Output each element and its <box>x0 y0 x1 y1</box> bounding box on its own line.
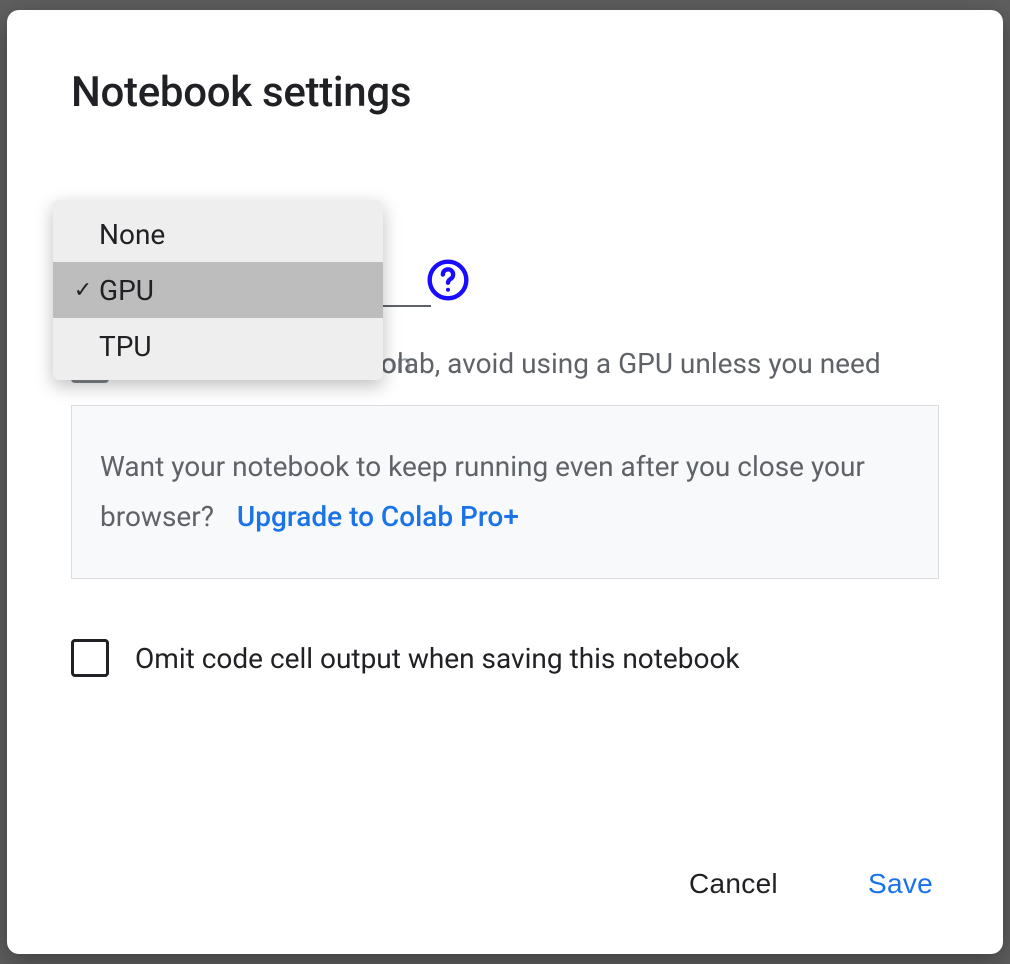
dialog-title: Notebook settings <box>71 68 939 117</box>
notebook-settings-dialog: Notebook settings r ✓ None ✓ GPU ✓ <box>7 10 1003 954</box>
dropdown-option-label: GPU <box>99 274 154 307</box>
accelerator-hint-fragment: olab, avoid using a GPU unless you need <box>381 347 881 380</box>
save-button[interactable]: Save <box>858 854 943 914</box>
upgrade-colab-pro-plus-link[interactable]: Upgrade to Colab Pro+ <box>237 500 519 533</box>
omit-output-label: Omit code cell output when saving this n… <box>135 642 740 675</box>
accelerator-option-gpu[interactable]: ✓ GPU <box>53 262 383 318</box>
dialog-content: r ✓ None ✓ GPU ✓ TPU olab, <box>71 237 939 677</box>
omit-output-checkbox[interactable] <box>71 639 109 677</box>
omit-output-row: Omit code cell output when saving this n… <box>71 639 939 677</box>
background-execution-promo: Want your notebook to keep running even … <box>71 405 939 580</box>
check-icon: ✓ <box>71 278 95 303</box>
dropdown-option-label: TPU <box>99 330 152 363</box>
dropdown-option-label: None <box>99 218 165 251</box>
accelerator-option-none[interactable]: ✓ None <box>53 206 383 262</box>
accelerator-dropdown[interactable]: ✓ None ✓ GPU ✓ TPU <box>53 200 383 380</box>
accelerator-option-tpu[interactable]: ✓ TPU <box>53 318 383 374</box>
help-icon[interactable] <box>423 255 473 305</box>
cancel-button[interactable]: Cancel <box>679 854 788 914</box>
dialog-footer: Cancel Save <box>679 854 943 914</box>
